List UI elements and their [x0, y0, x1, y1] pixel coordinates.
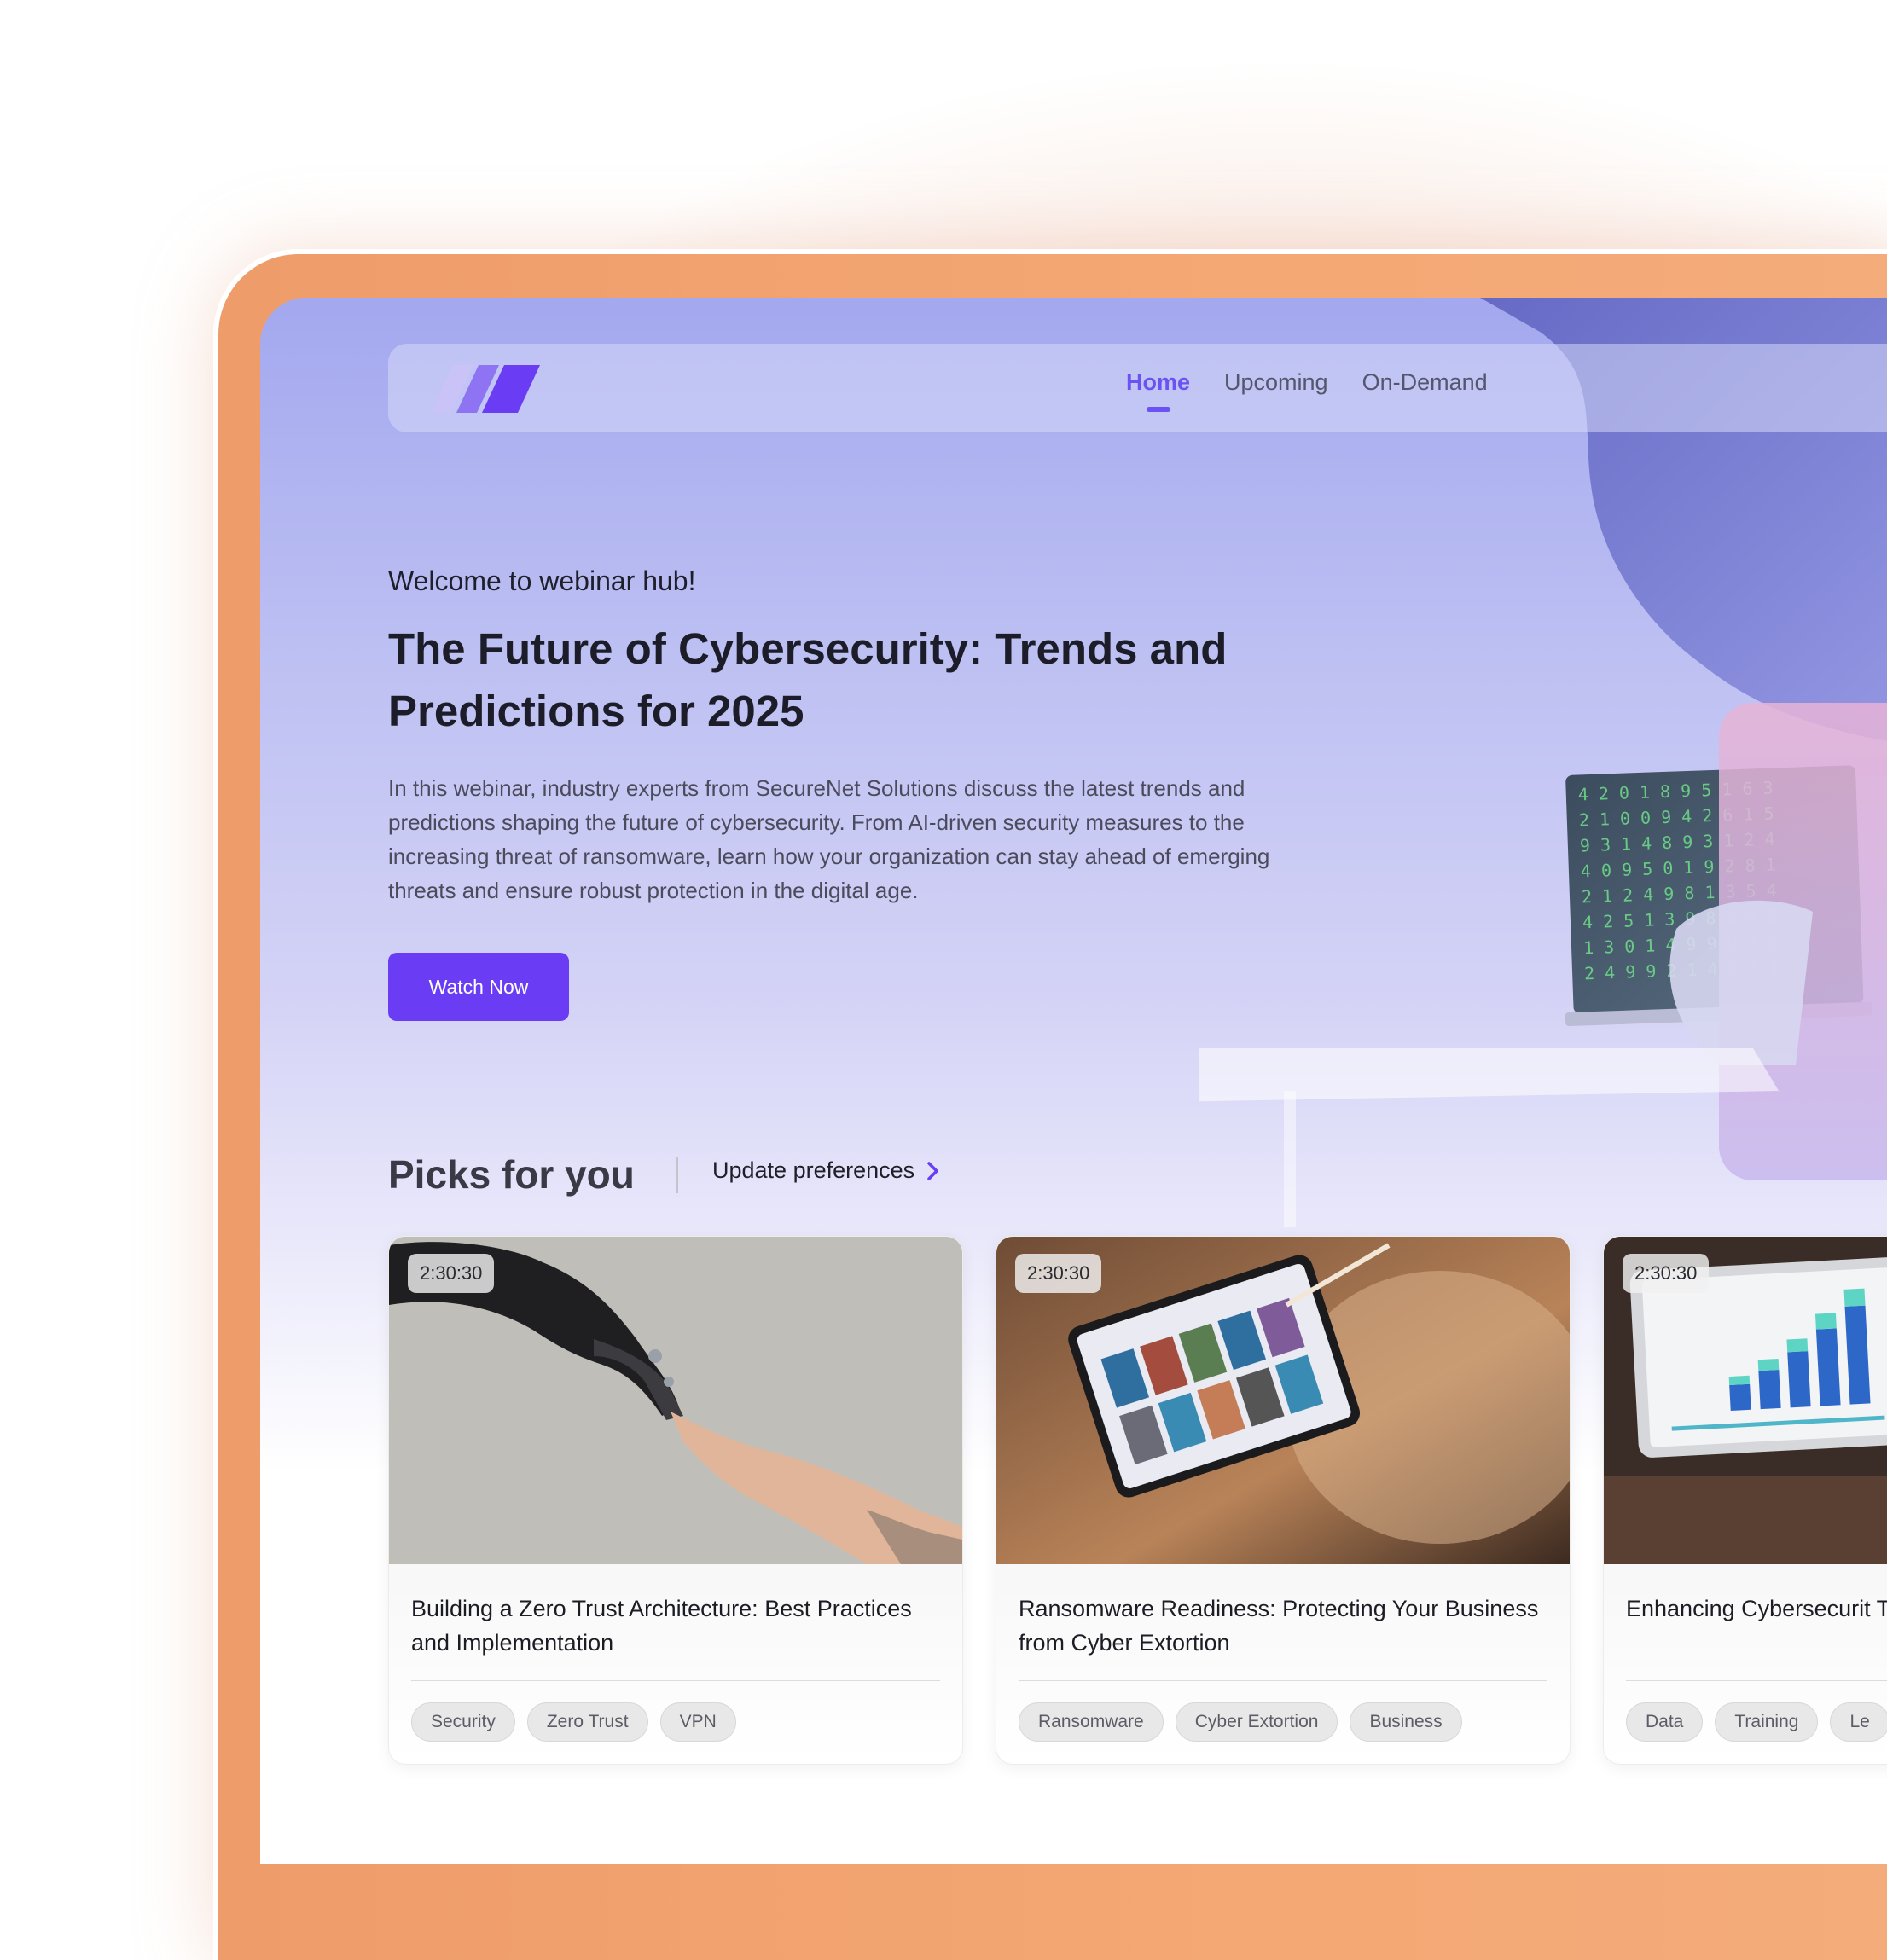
duration-badge: 2:30:30	[408, 1254, 495, 1293]
tag-chip[interactable]: Zero Trust	[526, 1702, 648, 1742]
hero-illustration: 4 2 0 1 8 9 5 1 6 3 2 1 0 0 9 4 2 6 1 5 …	[1199, 298, 1887, 1227]
update-preferences-label: Update preferences	[712, 1157, 915, 1183]
webinar-card[interactable]: 2:30:30 Building a Zero Trust Architectu…	[388, 1236, 963, 1765]
welcome-text: Welcome to webinar hub!	[388, 565, 696, 596]
watch-now-button[interactable]: Watch Now	[388, 953, 569, 1021]
heading-divider	[676, 1157, 678, 1193]
tag-chip[interactable]: Business	[1350, 1702, 1462, 1742]
nav-item-upcoming[interactable]: Upcoming	[1224, 369, 1328, 396]
tag-chip[interactable]: Cyber Extortion	[1175, 1702, 1338, 1742]
update-preferences-link[interactable]: Update preferences	[712, 1157, 940, 1184]
nav-item-label: Home	[1126, 369, 1191, 395]
tag-chip[interactable]: Training	[1715, 1702, 1819, 1742]
nav-item-home[interactable]: Home	[1126, 369, 1191, 412]
card-divider	[1019, 1680, 1547, 1681]
nav-item-label: On-Demand	[1362, 369, 1488, 395]
hero-title: The Future of Cybersecurity: Trends and …	[388, 624, 1228, 735]
tag-list: Ransomware Cyber Extortion Business	[1019, 1702, 1462, 1742]
tag-chip[interactable]: Le	[1830, 1702, 1887, 1742]
nav-item-label: Upcoming	[1224, 369, 1328, 395]
card-title: Building a Zero Trust Architecture: Best…	[411, 1596, 912, 1656]
active-indicator	[1146, 407, 1170, 412]
tag-chip[interactable]: VPN	[659, 1702, 736, 1742]
tag-list: Data Training Le	[1626, 1702, 1887, 1742]
chevron-right-icon	[927, 1161, 938, 1180]
duration-badge: 2:30:30	[1015, 1254, 1102, 1293]
nav-links: Home Upcoming On-Demand	[1126, 369, 1488, 412]
card-title: Ransomware Readiness: Protecting Your Bu…	[1019, 1596, 1539, 1656]
duration-badge: 2:30:30	[1623, 1254, 1710, 1293]
tag-chip[interactable]: Ransomware	[1019, 1702, 1164, 1742]
card-title: Enhancing Cybersecurit Training	[1626, 1596, 1887, 1621]
picks-heading: Picks for you	[388, 1152, 635, 1197]
hero-description: In this webinar, industry experts from S…	[388, 775, 1270, 903]
app-screen: 4 2 0 1 8 9 5 1 6 3 2 1 0 0 9 4 2 6 1 5 …	[260, 298, 1887, 1864]
webinar-card[interactable]: 2:30:30 Ransomware Readiness: Protecting…	[996, 1236, 1571, 1765]
tag-chip[interactable]: Security	[411, 1702, 515, 1742]
card-divider	[1626, 1680, 1887, 1681]
card-divider	[411, 1680, 940, 1681]
tag-chip[interactable]: Data	[1626, 1702, 1704, 1742]
top-nav: Home Upcoming On-Demand	[388, 344, 1887, 432]
tag-list: Security Zero Trust VPN	[411, 1702, 736, 1742]
webinar-card[interactable]: 2:30:30 Enhancing Cybersecurit Training …	[1603, 1236, 1887, 1765]
brand-logo[interactable]	[431, 365, 542, 413]
nav-item-on-demand[interactable]: On-Demand	[1362, 369, 1488, 396]
